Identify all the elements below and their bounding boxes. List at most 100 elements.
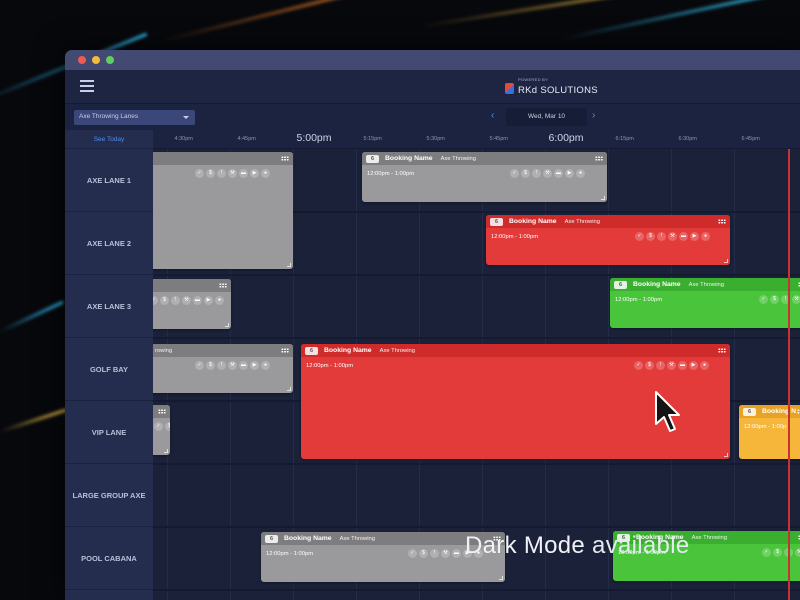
maximize-window-button[interactable] [106,56,114,64]
lane-label[interactable]: AXE LANE 3 [65,275,153,338]
drag-handle-icon[interactable] [718,219,726,224]
hammer-icon[interactable]: ⚒ [668,232,677,241]
play-icon[interactable]: ▶ [565,169,574,178]
dollar-icon[interactable]: $ [770,295,779,304]
check-icon[interactable]: ✓ [153,296,158,305]
play-icon[interactable]: ▶ [250,169,259,178]
info-icon[interactable]: ! [656,361,665,370]
resize-handle-icon[interactable] [724,259,728,263]
dollar-icon[interactable]: $ [206,169,215,178]
hammer-icon[interactable]: ⚒ [543,169,552,178]
play-icon[interactable]: ▶ [689,361,698,370]
card-icon[interactable]: ▬ [193,296,202,305]
card-icon[interactable]: ▬ [678,361,687,370]
booking-red[interactable]: 6 Booking Name Axe Throwing 12:00pm - 1:00p… [486,215,730,265]
drag-handle-icon[interactable] [281,156,289,161]
grid-column-line [733,130,735,600]
check-icon[interactable]: ✓ [759,295,768,304]
next-day-button[interactable]: › [592,110,595,122]
card-icon[interactable]: ▬ [239,169,248,178]
info-icon[interactable]: ! [532,169,541,178]
play-icon[interactable]: ▶ [250,361,259,370]
card-icon[interactable]: ▬ [554,169,563,178]
lane-group-select-value: Axe Throwing Lanes [79,113,139,120]
hammer-icon[interactable]: ⚒ [441,549,450,558]
people-icon[interactable]: ● [215,296,224,305]
drag-handle-icon[interactable] [219,283,227,288]
check-icon[interactable]: ✓ [635,232,644,241]
check-icon[interactable]: ✓ [634,361,643,370]
dollar-icon[interactable]: $ [206,361,215,370]
booking-grey[interactable]: 6 Booking Name Axe Throwing 12:00pm - 1:00p… [362,152,607,202]
check-icon[interactable]: ✓ [154,422,163,431]
hammer-icon[interactable]: ⚒ [792,295,800,304]
play-icon[interactable]: ▶ [204,296,213,305]
dollar-icon[interactable]: $ [646,232,655,241]
people-icon[interactable]: ● [700,361,709,370]
resize-handle-icon[interactable] [724,453,728,457]
info-icon[interactable]: ! [657,232,666,241]
resize-handle-icon[interactable] [287,387,291,391]
hammer-icon[interactable]: ⚒ [228,169,237,178]
people-icon[interactable]: ● [261,361,270,370]
lane-group-select[interactable]: Axe Throwing Lanes [74,110,195,125]
info-icon[interactable]: ! [430,549,439,558]
menu-icon[interactable] [80,80,94,92]
check-icon[interactable]: ✓ [510,169,519,178]
booking-grey[interactable]: ✓$!⚒▬▶● [153,279,231,329]
lane-label[interactable]: GOLF BAY [65,338,153,401]
resize-handle-icon[interactable] [287,263,291,267]
drag-handle-icon[interactable] [595,156,603,161]
hammer-icon[interactable]: ⚒ [667,361,676,370]
info-icon[interactable]: ! [217,169,226,178]
lane-label[interactable]: AXE LANE 2 [65,212,153,275]
lane-label[interactable]: LARGE GROUP AXE [65,464,153,527]
lane-label[interactable]: AXE LANE 1 [65,149,153,212]
people-icon[interactable]: ● [701,232,710,241]
see-today-link[interactable]: See Today [65,130,153,149]
booking-grey[interactable]: ✓$!⚒▬▶● [153,152,293,269]
drag-handle-icon[interactable] [718,348,726,353]
check-icon[interactable]: ✓ [195,361,204,370]
booking-yellow[interactable]: 6 Booking N 12:00pm - 1:00p [739,405,800,459]
hammer-icon[interactable]: ⚒ [795,548,800,557]
close-window-button[interactable] [78,56,86,64]
people-icon[interactable]: ● [261,169,270,178]
drag-handle-icon[interactable] [158,409,166,414]
booking-grey[interactable]: rowing ✓ $! ⚒ ▬ ▶ ● [153,344,293,393]
dollar-icon[interactable]: $ [521,169,530,178]
info-icon[interactable]: ! [171,296,180,305]
booking-actions: ✓$!⚒▬▶● [510,169,585,178]
lane-label[interactable]: VIP LANE [65,401,153,464]
hammer-icon[interactable]: ⚒ [228,361,237,370]
card-icon[interactable]: ▬ [679,232,688,241]
dollar-icon[interactable]: $ [773,548,782,557]
info-icon[interactable]: ! [217,361,226,370]
dollar-icon[interactable]: $ [645,361,654,370]
resize-handle-icon[interactable] [601,196,605,200]
resize-handle-icon[interactable] [225,323,229,327]
dollar-icon[interactable]: $ [419,549,428,558]
check-icon[interactable]: ✓ [762,548,771,557]
play-icon[interactable]: ▶ [690,232,699,241]
hammer-icon[interactable]: ⚒ [182,296,191,305]
check-icon[interactable]: ✓ [408,549,417,558]
schedule-grid[interactable]: 4:30pm 4:45pm 5:00pm 5:15pm 5:30pm 5:45pm 6:00… [153,130,800,600]
people-icon[interactable]: ● [576,169,585,178]
minimize-window-button[interactable] [92,56,100,64]
card-icon[interactable]: ▬ [452,549,461,558]
dollar-icon[interactable]: $ [165,422,170,431]
booking-green[interactable]: 6 Booking Name Axe Throwing 12:00pm - 1:00p… [610,278,800,328]
drag-handle-icon[interactable] [281,348,289,353]
check-icon[interactable]: ✓ [195,169,204,178]
resize-handle-icon[interactable] [499,576,503,580]
prev-day-button[interactable]: ‹ [491,110,494,122]
booking-grey[interactable]: ✓$!⚒▬▶● [153,405,170,455]
booking-time: 12:00pm - 1:00pm [615,297,663,303]
lane-label[interactable]: POOL CABANA [65,527,153,590]
booking-name: Booking Name [284,535,332,542]
dollar-icon[interactable]: $ [160,296,169,305]
card-icon[interactable]: ▬ [239,361,248,370]
date-picker[interactable]: Wed, Mar 10 [506,108,587,126]
resize-handle-icon[interactable] [164,449,168,453]
